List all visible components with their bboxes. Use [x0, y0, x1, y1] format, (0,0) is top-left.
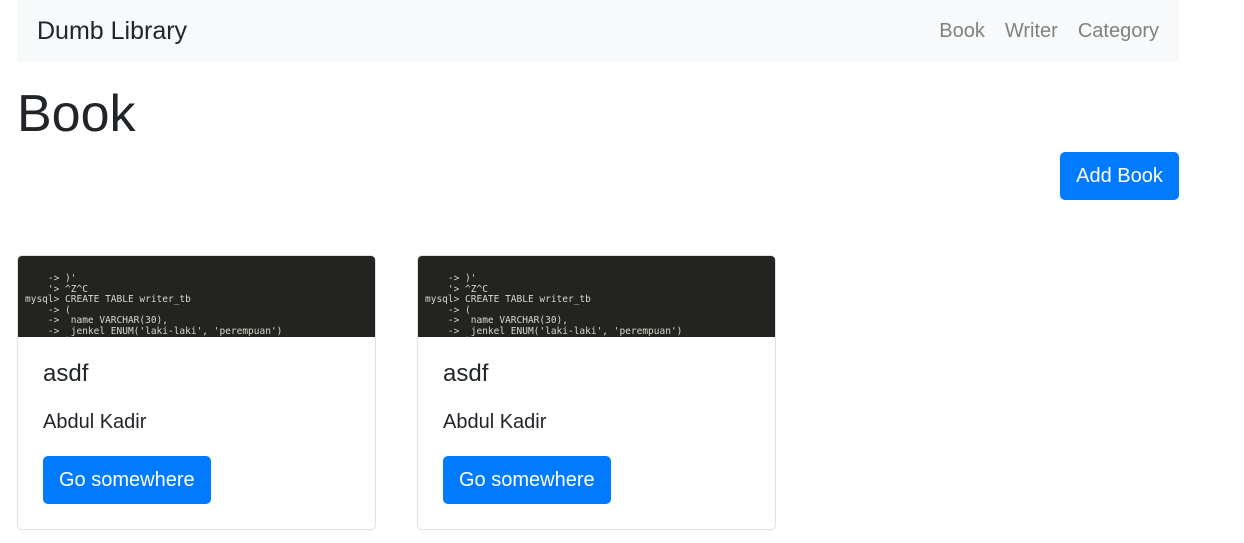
book-card-list: -> )' '> ^Z^C mysql> CREATE TABLE writer…: [17, 255, 776, 530]
card-body: asdf Abdul Kadir Go somewhere: [18, 337, 375, 504]
nav-links: Book Writer Category: [939, 20, 1159, 43]
add-book-button[interactable]: Add Book: [1060, 152, 1179, 200]
book-card: -> )' '> ^Z^C mysql> CREATE TABLE writer…: [17, 255, 376, 530]
go-somewhere-button[interactable]: Go somewhere: [443, 456, 611, 504]
book-cover-image: -> )' '> ^Z^C mysql> CREATE TABLE writer…: [18, 256, 375, 337]
nav-link-writer[interactable]: Writer: [1005, 20, 1058, 43]
book-writer: Abdul Kadir: [443, 411, 547, 433]
nav-link-category[interactable]: Category: [1078, 20, 1159, 43]
book-cover-code-text: -> )' '> ^Z^C mysql> CREATE TABLE writer…: [425, 273, 683, 337]
book-writer: Abdul Kadir: [43, 411, 147, 433]
navbar: Dumb Library Book Writer Category: [17, 0, 1179, 62]
card-body: asdf Abdul Kadir Go somewhere: [418, 337, 775, 504]
book-cover-code-text: -> )' '> ^Z^C mysql> CREATE TABLE writer…: [25, 273, 283, 337]
nav-link-book[interactable]: Book: [939, 20, 985, 43]
page-container: Dumb Library Book Writer Category Book A…: [17, 0, 1179, 543]
navbar-brand[interactable]: Dumb Library: [37, 17, 187, 46]
go-somewhere-button[interactable]: Go somewhere: [43, 456, 211, 504]
book-title: asdf: [443, 360, 489, 387]
book-title: asdf: [43, 360, 89, 387]
book-card: -> )' '> ^Z^C mysql> CREATE TABLE writer…: [417, 255, 776, 530]
book-cover-image: -> )' '> ^Z^C mysql> CREATE TABLE writer…: [418, 256, 775, 337]
page-title: Book: [17, 85, 136, 143]
